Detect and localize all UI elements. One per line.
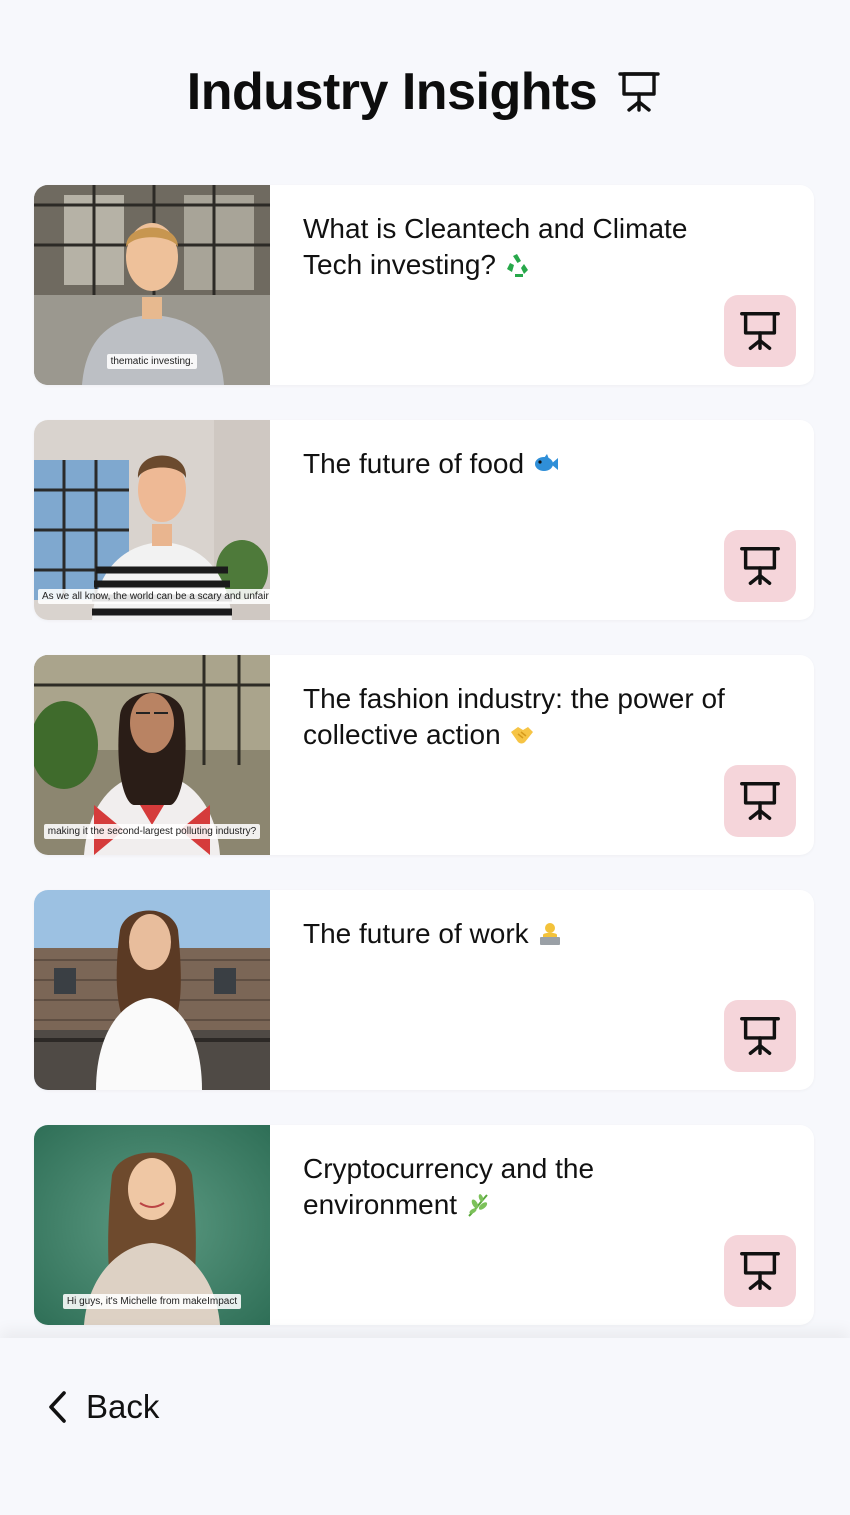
insight-card[interactable]: As we all know, the world can be a scary… xyxy=(34,420,814,620)
video-caption: Hi guys, it's Michelle from makeImpact xyxy=(38,1291,266,1309)
page-title: Industry Insights xyxy=(187,62,663,122)
presentation-icon xyxy=(740,1017,780,1055)
card-title: What is Cleantech and Climate Tech inves… xyxy=(303,213,688,280)
card-title: Cryptocurrency and the environment xyxy=(303,1153,595,1220)
presentation-icon xyxy=(740,782,780,820)
video-thumbnail[interactable]: Hi guys, it's Michelle from makeImpact xyxy=(34,1125,270,1325)
footer-bar: Back xyxy=(0,1338,850,1515)
person-laptop-icon xyxy=(539,923,560,945)
presentation-icon xyxy=(740,547,780,585)
chevron-left-icon xyxy=(49,1391,66,1423)
video-thumbnail[interactable] xyxy=(34,890,270,1090)
presentation-icon xyxy=(618,72,660,112)
header: Industry Insights xyxy=(0,62,850,122)
video-caption: As we all know, the world can be a scary… xyxy=(38,586,270,604)
open-presentation-button[interactable] xyxy=(724,1000,796,1072)
back-button[interactable]: Back xyxy=(46,1388,159,1426)
card-title: The future of food xyxy=(303,446,733,482)
insights-list: thematic investing. What is Cleantech an… xyxy=(34,185,814,1360)
recycle-icon xyxy=(507,254,529,277)
open-presentation-button[interactable] xyxy=(724,1235,796,1307)
card-title: The future of work xyxy=(303,916,733,952)
video-thumbnail[interactable]: As we all know, the world can be a scary… xyxy=(34,420,270,620)
open-presentation-button[interactable] xyxy=(724,765,796,837)
presentation-icon xyxy=(740,312,780,350)
insight-card[interactable]: thematic investing. What is Cleantech an… xyxy=(34,185,814,385)
open-presentation-button[interactable] xyxy=(724,295,796,367)
video-caption: thematic investing. xyxy=(38,351,266,369)
video-thumbnail[interactable]: making it the second-largest polluting i… xyxy=(34,655,270,855)
video-caption: making it the second-largest polluting i… xyxy=(38,821,266,839)
insight-card[interactable]: Hi guys, it's Michelle from makeImpact C… xyxy=(34,1125,814,1325)
herb-icon xyxy=(468,1194,488,1217)
video-thumbnail[interactable]: thematic investing. xyxy=(34,185,270,385)
back-label: Back xyxy=(86,1388,160,1425)
card-title: The fashion industry: the power of colle… xyxy=(303,683,725,750)
handshake-icon xyxy=(510,727,533,744)
presentation-icon xyxy=(740,1252,780,1290)
insight-card[interactable]: making it the second-largest polluting i… xyxy=(34,655,814,855)
page-title-text: Industry Insights xyxy=(186,63,598,121)
insight-card[interactable]: The future of work xyxy=(34,890,814,1090)
open-presentation-button[interactable] xyxy=(724,530,796,602)
fish-icon xyxy=(535,454,559,471)
